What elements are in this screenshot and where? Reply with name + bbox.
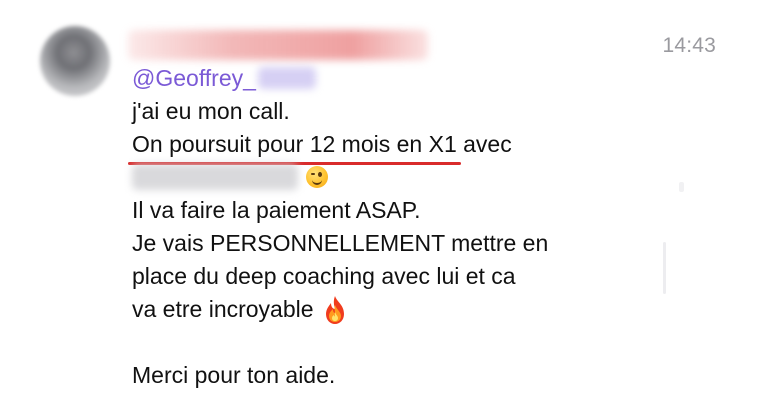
highlighted-text: On poursuit pour 12 mois en X1 <box>128 128 461 165</box>
fire-icon <box>325 296 344 324</box>
mention-line: @Geoffrey_ <box>132 62 692 95</box>
winking-face-icon <box>306 166 328 188</box>
message-line-with-emoji: va etre incroyable <box>132 293 692 326</box>
mention[interactable]: @Geoffrey_ <box>132 65 256 91</box>
sender-name-redacted[interactable] <box>128 30 428 60</box>
message-line: Il va faire la paiement ASAP. <box>132 197 421 223</box>
mention-redaction <box>257 67 316 89</box>
message-line: place du deep coaching avec lui et ca <box>132 263 516 289</box>
avatar[interactable] <box>40 26 110 96</box>
message-text: va etre incroyable <box>132 296 314 322</box>
message-text: avec <box>463 131 512 157</box>
timestamp: 14:43 <box>662 34 716 57</box>
redacted-name-line <box>132 161 692 194</box>
message-line: Je vais PERSONNELLEMENT mettre en <box>132 230 549 256</box>
scrollbar[interactable] <box>663 242 666 294</box>
message-line: Merci pour ton aide. <box>132 362 336 388</box>
message-line: j'ai eu mon call. <box>132 98 290 124</box>
faint-mark <box>679 182 684 192</box>
chat-message: 14:43 @Geoffrey_ j'ai eu mon call. On po… <box>0 0 758 404</box>
message-line-highlighted: On poursuit pour 12 mois en X1 avec <box>128 128 692 165</box>
message-body: @Geoffrey_ j'ai eu mon call. On poursuit… <box>128 62 692 392</box>
redacted-name <box>132 164 298 190</box>
